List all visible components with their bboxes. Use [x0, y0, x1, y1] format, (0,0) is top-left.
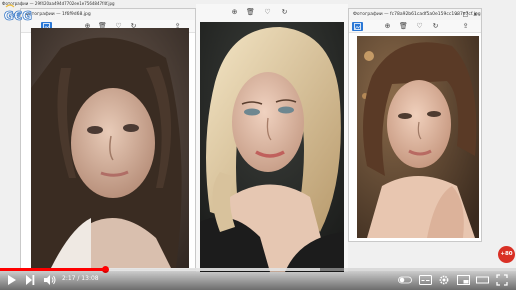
heart-icon[interactable]: ♡: [415, 22, 424, 31]
photo-right: [357, 36, 479, 238]
photo-middle: [200, 22, 344, 272]
svg-text:G€G: G€G: [4, 9, 32, 23]
plus-badge[interactable]: +80: [498, 246, 515, 263]
gallery-button[interactable]: [352, 22, 363, 31]
delete-icon[interactable]: 🗑: [399, 22, 408, 31]
screen: Фотографии — 29f420aa494d7702ee1e7564847…: [0, 0, 516, 290]
theater-mode-icon[interactable]: [475, 274, 489, 287]
share-icon[interactable]: ⇪: [461, 22, 470, 31]
channel-logo: G€G: [2, 3, 42, 27]
toolbar-middle: ⊕ 🗑 ♡ ↻: [196, 6, 348, 19]
photos-window-middle[interactable]: ⊕ 🗑 ♡ ↻: [196, 4, 348, 272]
delete-icon[interactable]: 🗑: [246, 8, 255, 17]
photo-left: [31, 28, 189, 268]
play-icon[interactable]: [6, 274, 18, 287]
zoom-in-icon[interactable]: ⊕: [230, 8, 239, 17]
volume-icon[interactable]: [42, 274, 56, 287]
fullscreen-icon[interactable]: [495, 274, 509, 287]
rotate-icon[interactable]: ↻: [280, 8, 289, 17]
rotate-icon[interactable]: ↻: [431, 22, 440, 31]
maximize-icon[interactable]: □: [462, 11, 469, 18]
miniplayer-icon[interactable]: [456, 274, 470, 287]
next-icon[interactable]: [24, 274, 36, 287]
time-display: 2:17 / 13:08: [62, 275, 99, 282]
settings-icon[interactable]: [437, 274, 451, 287]
photos-window-right[interactable]: Фотографии — fc78a92b61cadf5a0e159cc1987…: [348, 8, 482, 242]
photos-window-left[interactable]: Фотографии — 1f6f9d68.jpg ⊕ 🗑 ♡ ↻ ⇪: [20, 8, 196, 270]
minimize-icon[interactable]: –: [453, 11, 460, 18]
zoom-in-icon[interactable]: ⊕: [383, 22, 392, 31]
autoplay-toggle[interactable]: [398, 274, 412, 287]
close-icon[interactable]: ×: [472, 11, 479, 18]
subtitles-icon[interactable]: [418, 274, 432, 287]
titlebar-right[interactable]: Фотографии — fc78a92b61cadf5a0e159cc1987…: [349, 9, 481, 20]
titlebar-left[interactable]: Фотографии — 1f6f9d68.jpg: [21, 9, 195, 20]
heart-icon[interactable]: ♡: [263, 8, 272, 17]
toolbar-right: ⊕ 🗑 ♡ ↻ ⇪: [349, 20, 481, 33]
